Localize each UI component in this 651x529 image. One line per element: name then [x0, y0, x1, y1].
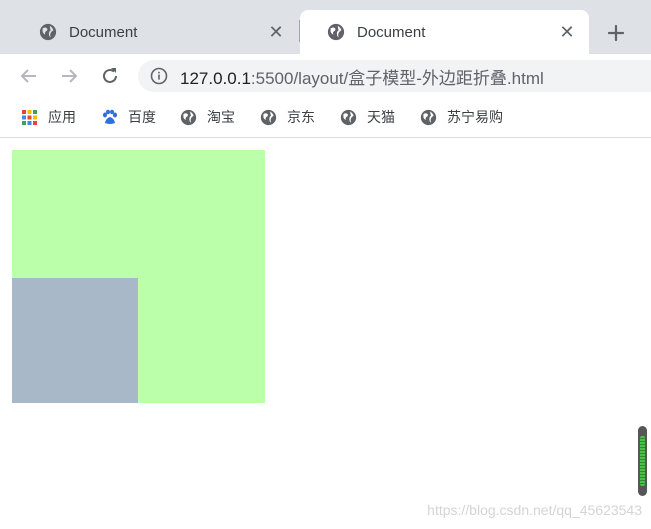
- forward-arrow-icon: [62, 69, 78, 83]
- bookmark-taobao[interactable]: 淘宝: [180, 106, 235, 128]
- bookmark-suning[interactable]: 苏宁易购: [420, 106, 503, 128]
- bookmark-label: 百度: [128, 109, 156, 125]
- bookmark-label: 应用: [48, 109, 76, 125]
- globe-icon: [340, 109, 357, 125]
- url-text[interactable]: 127.0.0.1:5500/layout/盒子模型-外边距折叠.html: [180, 64, 544, 89]
- inner-box: [12, 278, 138, 403]
- tab-document-2[interactable]: Document ✕: [300, 10, 589, 54]
- info-icon[interactable]: [150, 67, 168, 85]
- bookmarks-bar: 应用 百度 淘宝 京东 天猫 苏宁易购: [0, 98, 651, 138]
- apps-grid-icon: [22, 109, 37, 125]
- globe-icon: [180, 109, 197, 125]
- scrollbar-thumb[interactable]: [638, 426, 647, 496]
- bookmark-tmall[interactable]: 天猫: [340, 106, 395, 128]
- bookmark-label: 苏宁易购: [447, 109, 503, 125]
- bookmark-baidu[interactable]: 百度: [101, 106, 156, 128]
- bookmark-label: 京东: [287, 109, 315, 125]
- address-bar[interactable]: 127.0.0.1:5500/layout/盒子模型-外边距折叠.html: [138, 60, 651, 92]
- new-tab-button[interactable]: [601, 18, 631, 48]
- plus-icon: [607, 24, 625, 42]
- watermark: https://blog.csdn.net/qq_45623543: [427, 502, 642, 518]
- back-arrow-icon: [20, 69, 36, 83]
- reload-button[interactable]: [96, 62, 124, 90]
- back-button[interactable]: [15, 62, 43, 90]
- tab-title: Document: [69, 23, 138, 41]
- close-tab-icon[interactable]: ✕: [266, 22, 286, 42]
- url-host: 127.0.0.1: [180, 68, 251, 88]
- globe-icon: [260, 109, 277, 125]
- tab-document-1[interactable]: Document ✕: [12, 10, 300, 54]
- baidu-paw-icon: [103, 109, 117, 124]
- bookmark-label: 淘宝: [207, 109, 235, 125]
- bookmark-label: 天猫: [367, 109, 395, 125]
- close-tab-icon[interactable]: ✕: [557, 22, 577, 42]
- tab-title: Document: [357, 23, 426, 41]
- url-path: :5500/layout/盒子模型-外边距折叠.html: [250, 68, 544, 88]
- globe-icon: [420, 109, 437, 125]
- globe-icon: [327, 23, 345, 41]
- outer-box: [12, 150, 265, 403]
- globe-icon: [39, 23, 57, 41]
- reload-icon: [103, 68, 117, 83]
- toolbar: 127.0.0.1:5500/layout/盒子模型-外边距折叠.html: [0, 54, 651, 98]
- forward-button[interactable]: [55, 62, 83, 90]
- bookmark-jd[interactable]: 京东: [260, 106, 315, 128]
- bookmark-apps[interactable]: 应用: [21, 106, 76, 128]
- tab-strip: Document ✕ Document ✕: [0, 0, 651, 54]
